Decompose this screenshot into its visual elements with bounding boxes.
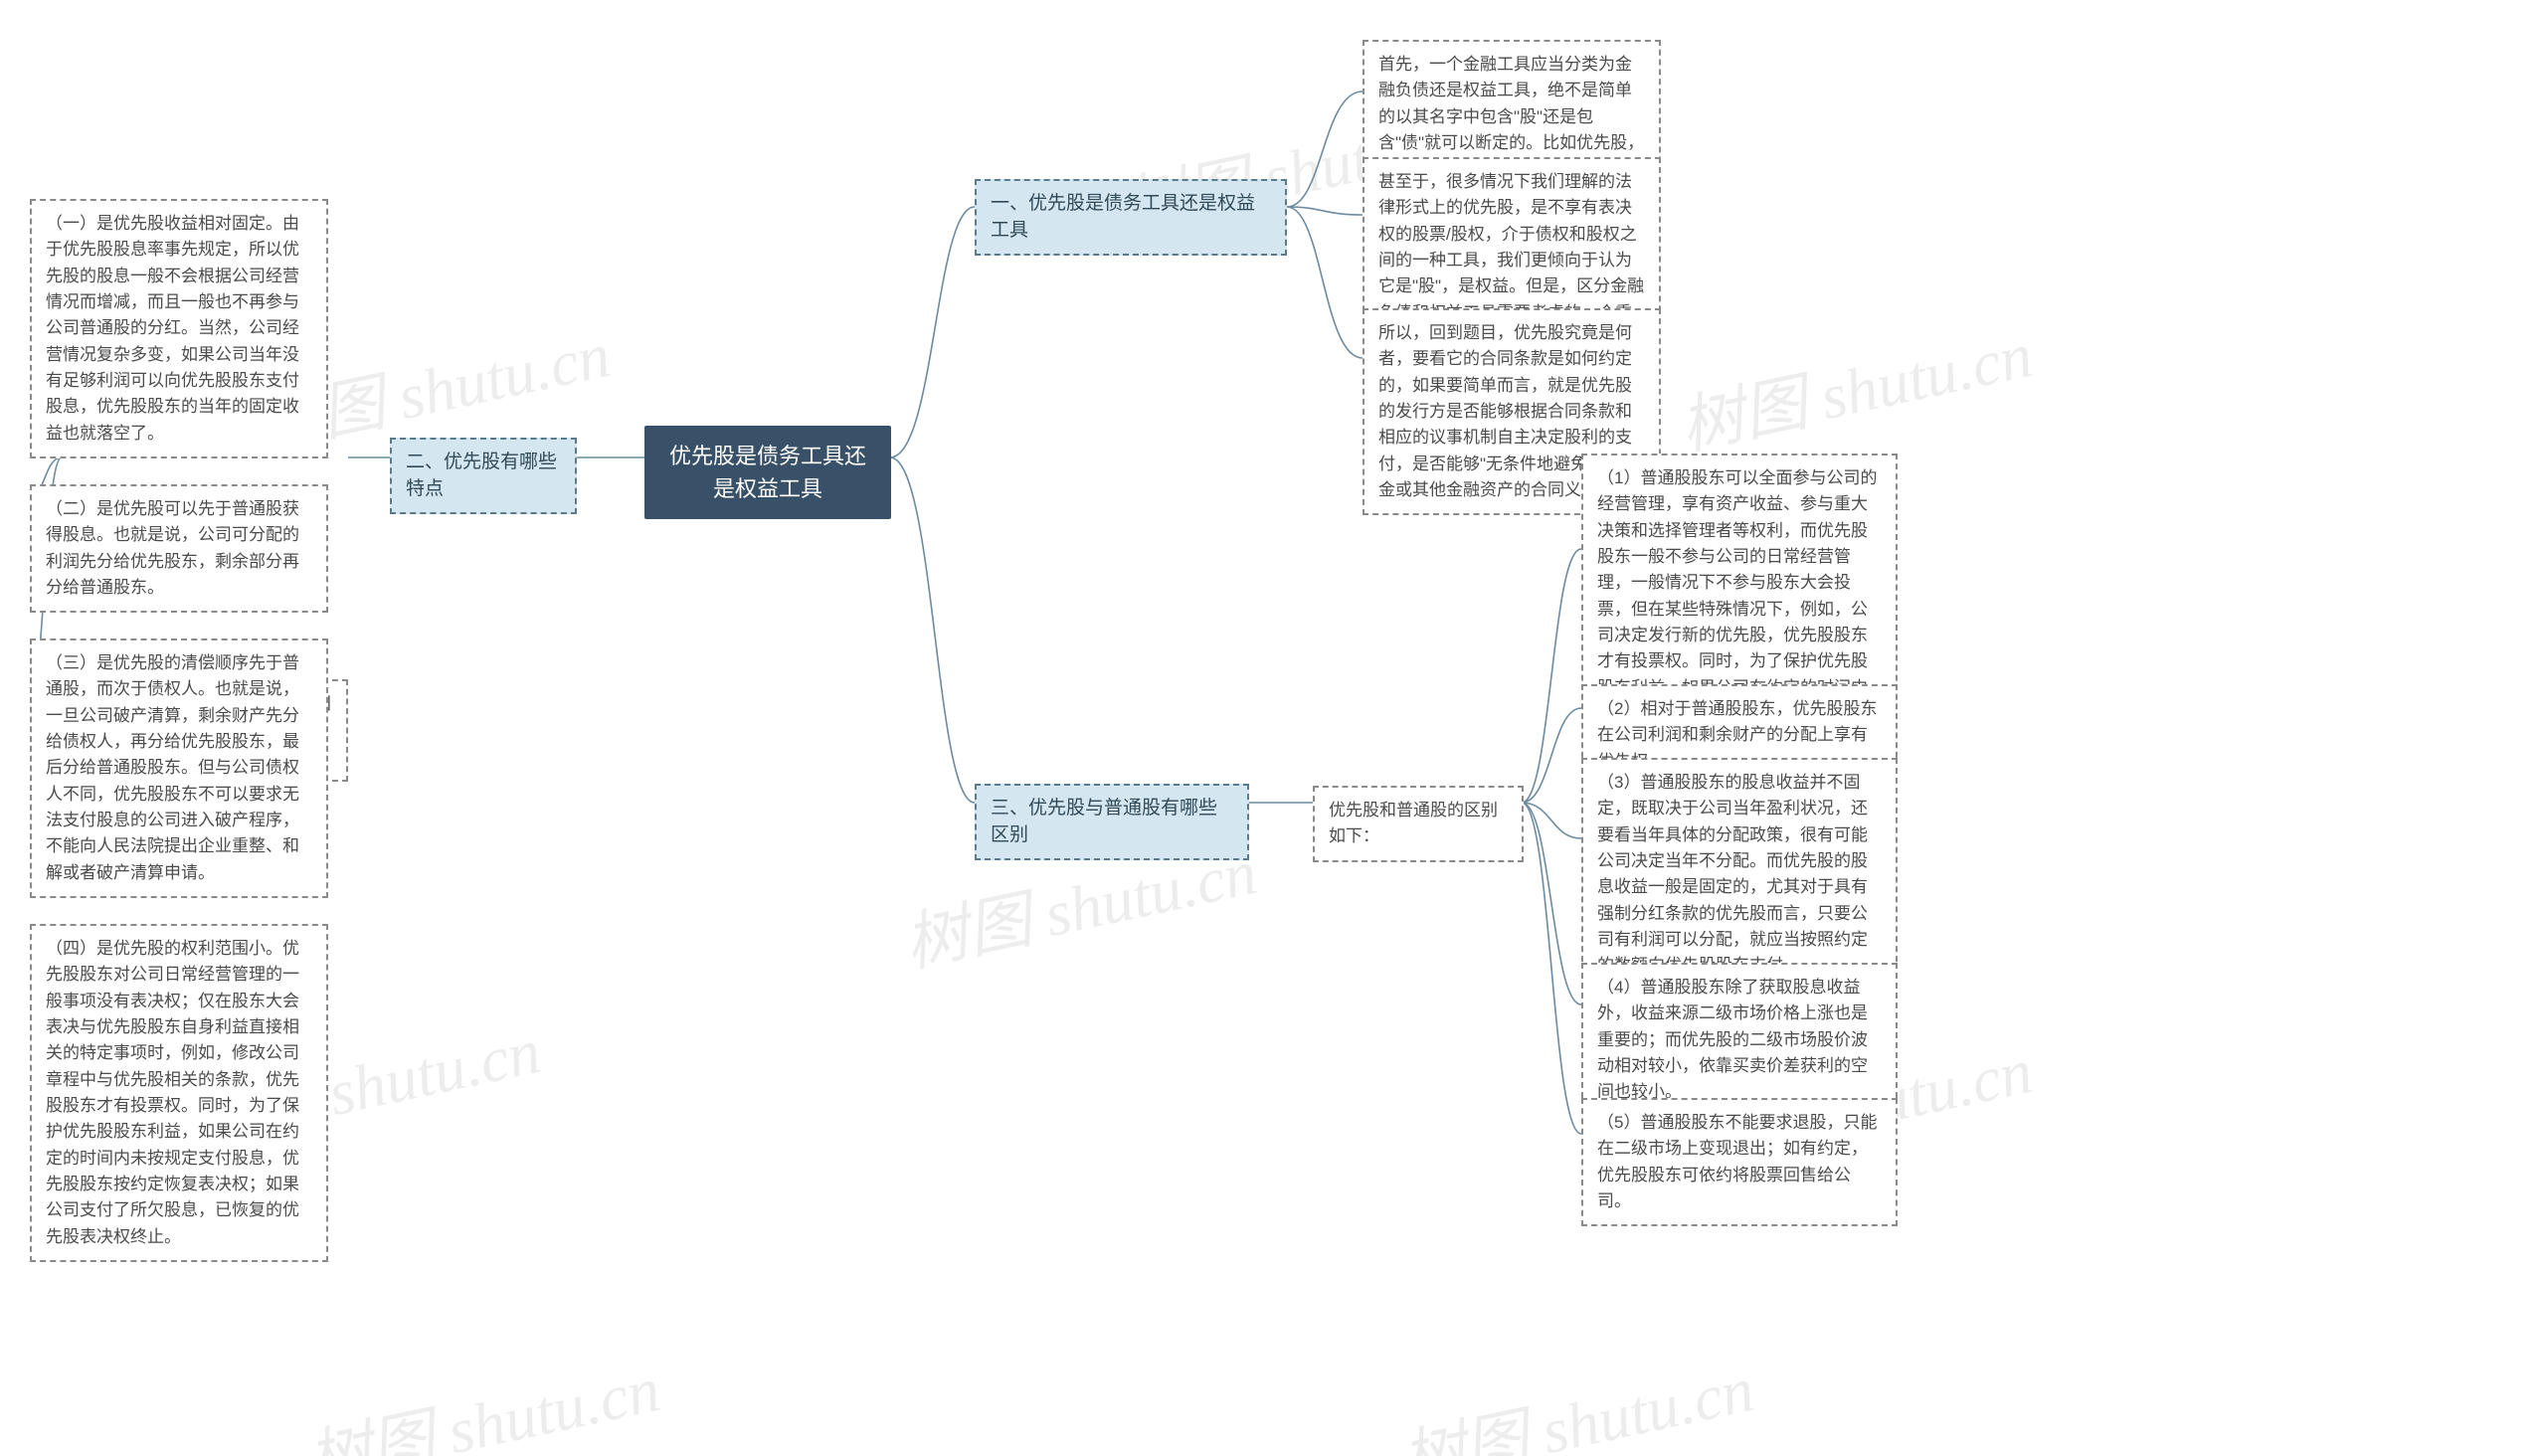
watermark: 树图 shutu.cn <box>298 1338 666 1456</box>
watermark: 树图 shutu.cn <box>1671 303 2039 467</box>
leaf-2-4[interactable]: （四）是优先股的权利范围小。优先股股东对公司日常经营管理的一般事项没有表决权；仅… <box>30 924 328 1262</box>
leaf-3-4[interactable]: （4）普通股股东除了获取股息收益外，收益来源二级市场价格上涨也是重要的；而优先股… <box>1581 963 1898 1118</box>
branch-1-label: 一、优先股是债务工具还是权益工具 <box>991 193 1255 241</box>
leaf-text: （3）普通股股东的股息收益并不固定，既取决于公司当年盈利状况，还要看当年具体的分… <box>1597 773 1868 975</box>
branch-1[interactable]: 一、优先股是债务工具还是权益工具 <box>975 179 1287 256</box>
leaf-text: （三）是优先股的清偿顺序先于普通股，而次于债权人。也就是说，一旦公司破产清算，剩… <box>46 653 299 882</box>
leaf-2-1[interactable]: （一）是优先股收益相对固定。由于优先股股息率事先规定，所以优先股的股息一般不会根… <box>30 199 328 458</box>
branch-3[interactable]: 三、优先股与普通股有哪些区别 <box>975 784 1249 860</box>
leaf-2-2[interactable]: （二）是优先股可以先于普通股获得股息。也就是说，公司可分配的利润先分给优先股东，… <box>30 484 328 613</box>
branch-2-label: 二、优先股有哪些特点 <box>406 452 557 499</box>
root-label: 优先股是债务工具还是权益工具 <box>669 444 866 501</box>
branch-2[interactable]: 二、优先股有哪些特点 <box>390 438 577 514</box>
leaf-2-3[interactable]: （三）是优先股的清偿顺序先于普通股，而次于债权人。也就是说，一旦公司破产清算，剩… <box>30 638 328 898</box>
leaf-text: （二）是优先股可以先于普通股获得股息。也就是说，公司可分配的利润先分给优先股东，… <box>46 499 299 597</box>
leaf-text: （5）普通股股东不能要求退股，只能在二级市场上变现退出；如有约定，优先股股东可依… <box>1597 1113 1877 1210</box>
leaf-text: 优先股和普通股的区别如下： <box>1329 801 1498 845</box>
leaf-3-5[interactable]: （5）普通股股东不能要求退股，只能在二级市场上变现退出；如有约定，优先股股东可依… <box>1581 1098 1898 1226</box>
branch-3-intro[interactable]: 优先股和普通股的区别如下： <box>1313 786 1524 862</box>
leaf-text: （一）是优先股收益相对固定。由于优先股股息率事先规定，所以优先股的股息一般不会根… <box>46 214 299 443</box>
branch-3-label: 三、优先股与普通股有哪些区别 <box>991 798 1217 845</box>
watermark: 树图 shutu.cn <box>1392 1338 1760 1456</box>
leaf-3-3[interactable]: （3）普通股股东的股息收益并不固定，既取决于公司当年盈利状况，还要看当年具体的分… <box>1581 758 1898 992</box>
root-node[interactable]: 优先股是债务工具还是权益工具 <box>644 426 891 519</box>
leaf-text: （四）是优先股的权利范围小。优先股股东对公司日常经营管理的一般事项没有表决权；仅… <box>46 939 299 1246</box>
leaf-text: （4）普通股股东除了获取股息收益外，收益来源二级市场价格上涨也是重要的；而优先股… <box>1597 978 1868 1101</box>
